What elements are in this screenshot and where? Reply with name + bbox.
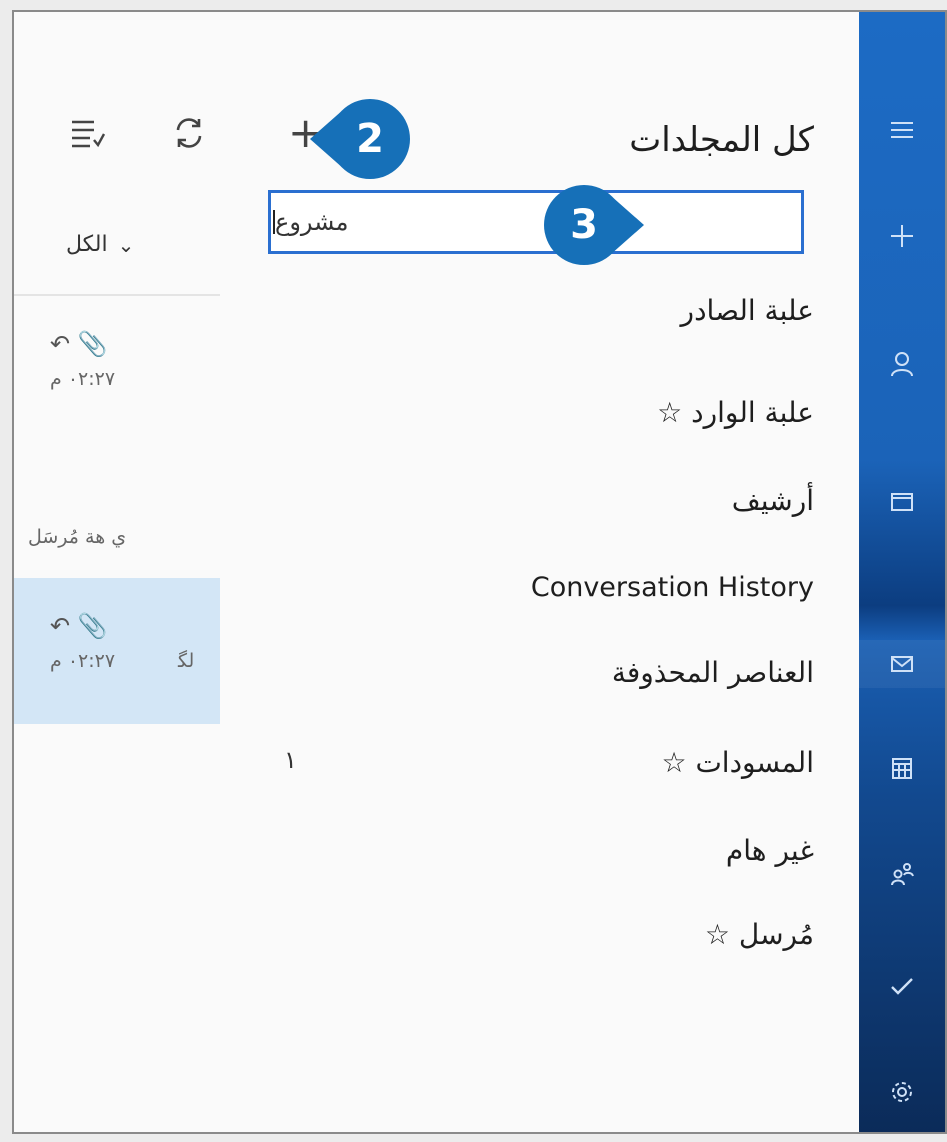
callout-step-3: 3 bbox=[544, 184, 644, 266]
people-icon[interactable] bbox=[859, 850, 945, 898]
account-icon[interactable] bbox=[859, 340, 945, 388]
new-folder-name-value: مشروع bbox=[275, 208, 349, 236]
list-item[interactable]: ي هة مُرسَل bbox=[14, 512, 220, 572]
mail-app-window: ⌄ الكل ↶ 📎 ٠٢:٢٧ م ي هة مُرسَل ↶ 📎 ٠٢:٢٧… bbox=[12, 10, 947, 1134]
hamburger-icon[interactable] bbox=[859, 106, 945, 154]
folder-conversation-history[interactable]: Conversation History bbox=[531, 572, 814, 603]
chevron-down-icon: ⌄ bbox=[117, 232, 135, 257]
folder-inbox[interactable]: علبة الوارد ☆ bbox=[657, 396, 814, 429]
sync-icon[interactable] bbox=[172, 116, 206, 156]
tasks-check-icon[interactable] bbox=[859, 962, 945, 1010]
new-mail-icon[interactable] bbox=[859, 212, 945, 260]
list-item[interactable]: ↶ 📎 ٠٢:٢٧ م bbox=[14, 308, 220, 448]
folder-deleted-items[interactable]: العناصر المحذوفة bbox=[612, 656, 814, 689]
all-folders-title: كل المجلدات bbox=[629, 120, 814, 160]
message-list-pane: ⌄ الكل ↶ 📎 ٠٢:٢٧ م ي هة مُرسَل ↶ 📎 ٠٢:٢٧… bbox=[14, 12, 220, 1132]
callout-step-2: 2 bbox=[310, 98, 410, 180]
folder-window-icon[interactable] bbox=[859, 478, 945, 526]
calendar-icon[interactable] bbox=[859, 744, 945, 792]
folder-outbox[interactable]: علبة الصادر bbox=[681, 294, 814, 327]
message-time: ٠٢:٢٧ م bbox=[50, 368, 116, 390]
select-mode-icon[interactable] bbox=[70, 116, 106, 156]
mail-icon[interactable] bbox=[859, 640, 945, 688]
list-item-selected[interactable]: ↶ 📎 ٠٢:٢٧ م ﻟﮕ bbox=[14, 578, 220, 724]
message-sender: ي هة مُرسَل bbox=[28, 526, 127, 548]
callout-number: 2 bbox=[330, 99, 410, 179]
divider bbox=[14, 294, 220, 296]
folder-pane: + كل المجلدات مشروع علبة الصادر علبة الو… bbox=[262, 12, 862, 1132]
reply-attachment-icon: ↶ 📎 bbox=[50, 612, 108, 640]
callout-number: 3 bbox=[544, 185, 624, 265]
new-folder-name-input[interactable]: مشروع bbox=[268, 190, 804, 254]
navigation-rail bbox=[859, 12, 945, 1132]
gear-icon[interactable] bbox=[859, 1068, 945, 1116]
message-subject-partial: ﻟﮕ bbox=[178, 650, 195, 672]
filter-dropdown[interactable]: ⌄ الكل bbox=[66, 232, 134, 257]
folder-sent[interactable]: مُرسل ☆ bbox=[705, 918, 814, 951]
folder-junk[interactable]: غير هام bbox=[726, 834, 814, 867]
reply-attachment-icon: ↶ 📎 bbox=[50, 330, 108, 358]
folder-drafts[interactable]: المسودات ☆ bbox=[661, 746, 814, 779]
folder-archive[interactable]: أرشيف bbox=[732, 484, 814, 517]
text-caret bbox=[273, 210, 275, 234]
message-time: ٠٢:٢٧ م bbox=[50, 650, 116, 672]
filter-label: الكل bbox=[66, 232, 108, 257]
drafts-count: ١ bbox=[284, 746, 297, 774]
